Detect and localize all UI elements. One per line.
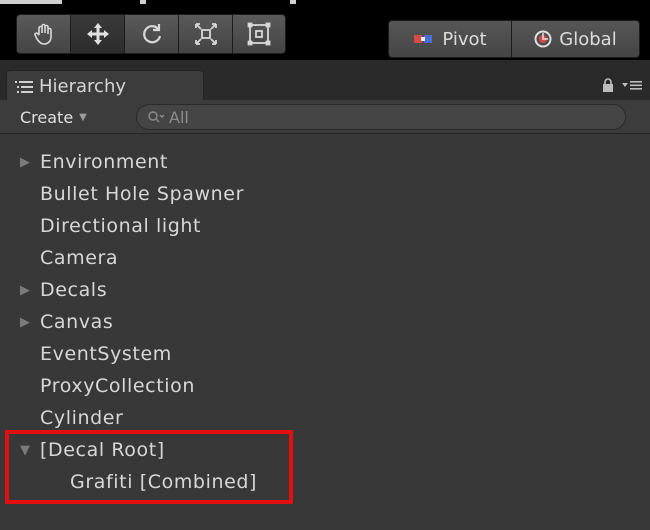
- transform-tools: [16, 14, 286, 54]
- search-icon: [148, 111, 165, 123]
- hierarchy-item[interactable]: ProxyCollection: [0, 370, 650, 402]
- hierarchy-item[interactable]: Bullet Hole Spawner: [0, 178, 650, 210]
- hierarchy-item[interactable]: Camera: [0, 242, 650, 274]
- tab-hierarchy-label: Hierarchy: [39, 76, 127, 97]
- hierarchy-item[interactable]: ▶ Environment: [0, 146, 650, 178]
- tab-controls: [602, 78, 642, 92]
- expand-arrow-icon[interactable]: ▶: [20, 283, 31, 298]
- tab-hierarchy[interactable]: Hierarchy: [6, 70, 204, 102]
- pivot-button[interactable]: Pivot: [388, 20, 512, 58]
- search-placeholder: All: [169, 107, 189, 127]
- move-icon: [86, 23, 109, 45]
- rect-icon: [247, 22, 271, 46]
- hierarchy-item[interactable]: ▶ Canvas: [0, 306, 650, 338]
- lock-icon[interactable]: [602, 78, 614, 92]
- highlight-annotation-box: [5, 430, 293, 504]
- global-button[interactable]: Global: [512, 20, 640, 58]
- expand-arrow-icon[interactable]: ▶: [20, 155, 31, 170]
- create-label: Create: [20, 107, 74, 127]
- pivot-global-toggle: Pivot Global: [388, 20, 640, 58]
- hierarchy-item[interactable]: Directional light: [0, 210, 650, 242]
- panel-menu-icon[interactable]: [622, 79, 642, 91]
- rotate-tool-button[interactable]: [124, 14, 178, 54]
- cut-off-top-strip: [0, 0, 650, 10]
- global-icon: [534, 30, 552, 48]
- scale-icon: [194, 23, 217, 45]
- hand-tool-button[interactable]: [16, 14, 70, 54]
- create-button[interactable]: Create ▼: [20, 106, 87, 128]
- search-input[interactable]: All: [136, 104, 626, 130]
- rect-tool-button[interactable]: [232, 14, 286, 54]
- rotate-icon: [142, 24, 161, 44]
- chevron-down-icon: ▼: [79, 111, 87, 123]
- pivot-label: Pivot: [442, 28, 487, 50]
- scale-tool-button[interactable]: [178, 14, 232, 54]
- list-icon: [15, 80, 33, 93]
- move-tool-button[interactable]: [70, 14, 124, 54]
- pivot-icon: [414, 35, 433, 43]
- expand-arrow-icon[interactable]: ▶: [20, 315, 31, 330]
- scene-toolbar: Pivot Global: [0, 10, 650, 60]
- hierarchy-toolbar: Create ▼ All: [0, 100, 650, 134]
- hierarchy-item[interactable]: ▶ Decals: [0, 274, 650, 306]
- global-label: Global: [559, 28, 617, 50]
- hand-icon: [33, 23, 52, 45]
- hierarchy-item[interactable]: EventSystem: [0, 338, 650, 370]
- tab-bar: Hierarchy: [0, 60, 650, 102]
